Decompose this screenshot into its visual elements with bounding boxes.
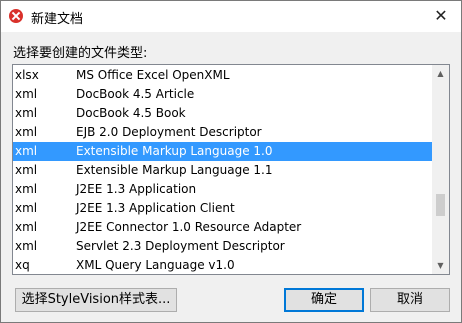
list-item[interactable]: xlsx MS Office Excel OpenXML — [13, 66, 432, 85]
file-type-description: Extensible Markup Language 1.0 — [76, 144, 273, 158]
scroll-up-icon[interactable]: ▲ — [432, 65, 449, 82]
title-bar: 新建文档 ✕ — [1, 1, 461, 32]
cancel-button[interactable]: 取消 — [370, 288, 450, 312]
list-item[interactable]: xml Extensible Markup Language 1.1 — [13, 161, 432, 180]
file-extension: xml — [15, 220, 38, 234]
file-extension: xml — [15, 106, 38, 120]
file-type-description: J2EE Connector 1.0 Resource Adapter — [76, 220, 302, 234]
scroll-down-icon[interactable]: ▼ — [432, 257, 449, 274]
list-item[interactable]: xml J2EE 1.3 Application Client — [13, 199, 432, 218]
file-type-description: J2EE 1.3 Application — [76, 182, 197, 196]
file-type-description: J2EE 1.3 Application Client — [76, 201, 235, 215]
file-type-description: MS Office Excel OpenXML — [76, 68, 230, 82]
file-extension: xml — [15, 163, 38, 177]
prompt-label: 选择要创建的文件类型: — [13, 46, 148, 61]
window-title: 新建文档 — [31, 12, 84, 27]
list-item[interactable]: xml DocBook 4.5 Article — [13, 85, 432, 104]
file-extension: xml — [15, 125, 38, 139]
file-type-description: DocBook 4.5 Book — [76, 106, 186, 120]
choose-stylevision-button[interactable]: 选择StyleVision样式表... — [15, 288, 177, 312]
file-extension: xlsx — [15, 68, 39, 82]
file-extension: xml — [15, 201, 38, 215]
vertical-scrollbar[interactable]: ▲ ▼ — [432, 65, 449, 274]
file-type-description: EJB 2.0 Deployment Descriptor — [76, 125, 262, 139]
ok-button[interactable]: 确定 — [284, 288, 364, 312]
new-document-dialog: 新建文档 ✕ 选择要创建的文件类型: xlsx MS Office Excel O… — [0, 0, 462, 323]
file-extension: xml — [15, 182, 38, 196]
file-type-list[interactable]: xlsx MS Office Excel OpenXML xml DocBook 4.… — [12, 64, 450, 275]
app-icon — [9, 9, 23, 23]
list-item[interactable]: xml Servlet 2.3 Deployment Descriptor — [13, 237, 432, 256]
list-item[interactable]: xml J2EE Connector 1.0 Resource Adapter — [13, 218, 432, 237]
file-type-description: Servlet 2.3 Deployment Descriptor — [76, 239, 285, 253]
list-item[interactable]: xml J2EE 1.3 Application — [13, 180, 432, 199]
close-icon[interactable]: ✕ — [429, 4, 453, 28]
scroll-thumb[interactable] — [436, 194, 445, 216]
list-item[interactable]: xq XML Query Language v1.0 — [13, 256, 432, 274]
list-item[interactable]: xml EJB 2.0 Deployment Descriptor — [13, 123, 432, 142]
file-extension: xml — [15, 239, 38, 253]
file-type-description: DocBook 4.5 Article — [76, 87, 195, 101]
file-extension: xq — [15, 258, 30, 272]
file-extension: xml — [15, 87, 38, 101]
list-item[interactable]: xml DocBook 4.5 Book — [13, 104, 432, 123]
list-item[interactable]: xml Extensible Markup Language 1.0 — [13, 142, 432, 161]
file-type-description: Extensible Markup Language 1.1 — [76, 163, 273, 177]
file-type-description: XML Query Language v1.0 — [76, 258, 235, 272]
file-extension: xml — [15, 144, 38, 158]
